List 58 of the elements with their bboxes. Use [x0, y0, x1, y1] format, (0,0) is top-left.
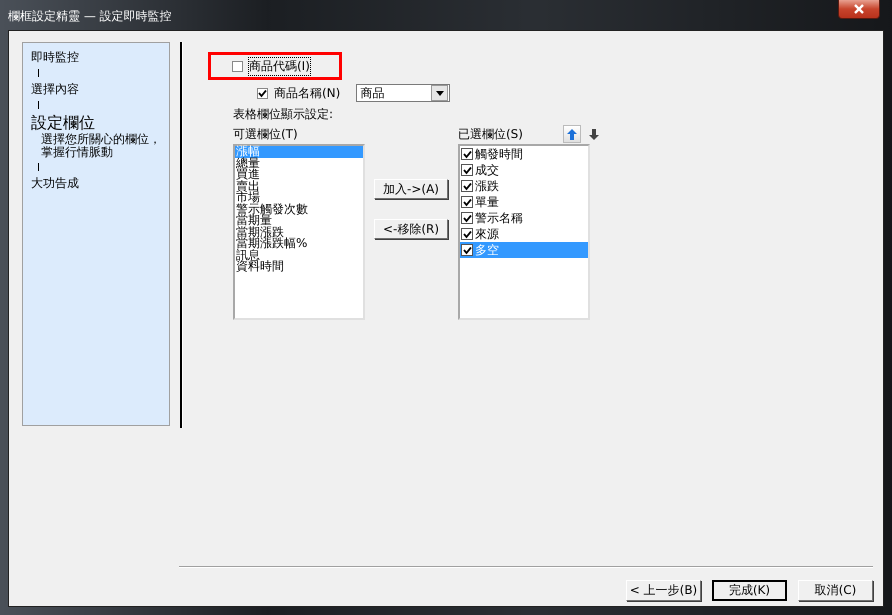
footer-button[interactable]: 完成(K) [712, 580, 787, 601]
close-icon [853, 4, 865, 14]
checkbox[interactable] [461, 164, 473, 176]
add-button[interactable]: 加入->(A) [374, 179, 448, 199]
step-connector [38, 69, 39, 77]
list-item[interactable]: 市場 [235, 192, 363, 204]
checkbox[interactable] [461, 148, 473, 160]
footer-button[interactable]: 取消(C) [798, 580, 873, 601]
step-connector [38, 163, 39, 171]
close-button[interactable] [838, 0, 880, 19]
list-item-text: 漲跌 [475, 178, 499, 194]
checkbox[interactable] [461, 228, 473, 240]
list-item[interactable]: 當期漲跌幅% [235, 238, 363, 250]
list-item-text: 來源 [475, 226, 499, 242]
list-label: 可選欄位(T) [233, 126, 299, 143]
list-item[interactable]: 訊息 [235, 250, 363, 261]
list-label: 已選欄位(S) [458, 126, 523, 143]
checkbox[interactable] [461, 212, 473, 224]
list-item[interactable]: 當期漲跌 [235, 226, 363, 238]
checkbox[interactable] [461, 180, 473, 192]
list-item[interactable]: 警示觸發次數 [235, 204, 363, 215]
section-label: 表格欄位顯示設定: [233, 106, 334, 123]
step-label: 大功告成 [31, 175, 80, 191]
list-item[interactable]: 成交 [460, 162, 588, 178]
list-item[interactable]: 當期量 [235, 215, 363, 226]
move-up-button[interactable] [562, 125, 581, 143]
list-item[interactable]: 來源 [460, 226, 588, 242]
arrow-down-icon [588, 128, 599, 140]
list-item-text: 多空 [475, 242, 499, 258]
name-dropdown[interactable]: 商品 [356, 84, 450, 102]
footer-button[interactable]: < 上一步(B) [626, 580, 701, 601]
checkbox[interactable] [461, 244, 473, 256]
list-item[interactable]: 總量 [235, 158, 363, 169]
dropdown-arrow-icon [436, 90, 444, 96]
list-item[interactable]: 買進 [235, 169, 363, 180]
list-item-text: 成交 [475, 162, 499, 178]
arrow-up-icon [566, 128, 577, 140]
list-item[interactable]: 資料時間 [235, 261, 363, 272]
checkbox[interactable] [461, 196, 473, 208]
step-connector [38, 101, 39, 109]
list-item[interactable]: 漲跌 [460, 178, 588, 194]
list-item-text: 警示名稱 [475, 210, 523, 226]
step-label: 選擇內容 [31, 81, 80, 97]
list-item[interactable]: 單量 [460, 194, 588, 210]
step-label: 設定欄位 [31, 113, 96, 133]
list-item[interactable]: 觸發時間 [460, 146, 588, 162]
list-item-text: 單量 [475, 194, 499, 210]
checkbox[interactable] [257, 88, 268, 98]
list-item-text: 觸發時間 [475, 146, 523, 162]
list-item[interactable]: 警示名稱 [460, 210, 588, 226]
list-item[interactable]: 賣出 [235, 180, 363, 192]
step-label: 即時監控 [31, 49, 80, 65]
remove-button[interactable]: <-移除(R) [374, 219, 448, 239]
checkbox-label: 商品名稱(N) [274, 84, 340, 102]
window-title: 欄框設定精靈 — 設定即時監控 [8, 8, 172, 25]
step-description: 選擇您所關心的欄位，掌握行情脈動 [41, 133, 162, 159]
checkbox-label: 商品代碼(I) [249, 58, 310, 74]
checkbox[interactable] [232, 60, 243, 72]
